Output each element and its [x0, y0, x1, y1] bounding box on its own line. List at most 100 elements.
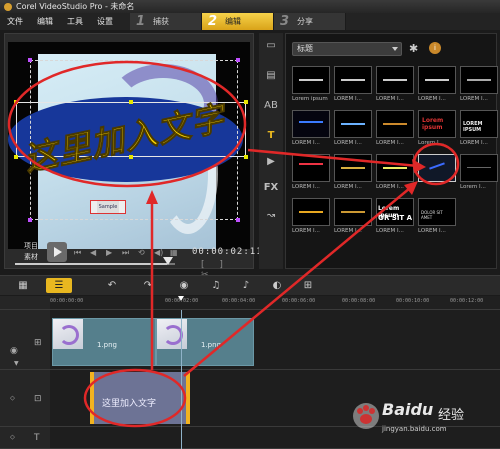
video-track-icon[interactable]: ⊞	[34, 338, 42, 348]
menu-tools[interactable]: 工具	[60, 16, 90, 27]
thumb-text: OR SIT A	[378, 214, 413, 222]
audio-mixer-icon[interactable]: ♫	[208, 278, 224, 293]
video-track[interactable]: 1.png 1.png	[50, 310, 500, 370]
chevron-down-icon	[392, 47, 398, 51]
title-thumbnail[interactable]: LOREM I...	[376, 66, 414, 106]
thumb-caption: LOREM I...	[460, 140, 488, 146]
go-end-icon[interactable]: ⏭	[122, 248, 129, 258]
track-menu-arrow-icon[interactable]: ▼	[14, 360, 19, 367]
title-thumbnail[interactable]: Lorem Ipsum OR SIT A LOREM I...	[376, 198, 414, 238]
menu-edit[interactable]: 编辑	[30, 16, 60, 27]
ruler-tick: 00:00:04:00	[222, 298, 256, 304]
zoom-icon[interactable]: ◐	[268, 278, 286, 293]
add-to-favorites-icon[interactable]: ✱	[409, 42, 423, 56]
title-thumbnail[interactable]: LOREM I...	[460, 66, 498, 106]
track-visibility-icon[interactable]: ⬦	[10, 394, 15, 403]
instant-project-icon[interactable]: ▤	[263, 69, 279, 83]
category-dropdown[interactable]: 标题	[292, 42, 402, 56]
resize-handle[interactable]	[14, 155, 18, 159]
title-thumbnail[interactable]: LOREM I...	[292, 198, 330, 238]
path-icon[interactable]: ↝	[263, 209, 279, 223]
playhead-line[interactable]	[181, 310, 182, 449]
graphic-icon[interactable]: ▶	[263, 155, 279, 169]
title-thumbnail[interactable]: LOREM IPSUM LOREM I...	[460, 110, 498, 150]
thumb-swirl	[59, 325, 79, 345]
preview-screen[interactable]: 这里加入文字 Sample	[8, 42, 250, 249]
track-visibility-icon[interactable]: ⬦	[10, 433, 15, 442]
video-track-header: ⊞ ◉ ▼	[0, 310, 50, 370]
title-thumbnail[interactable]: DOLOR SIT AMET LOREM I...	[418, 198, 456, 238]
timeline-ruler[interactable]: 00:00:00:00 00:00:02:00 00:00:04:00 00:0…	[50, 296, 500, 310]
title-thumbnail[interactable]: LOREM I...	[292, 154, 330, 194]
ruler-tick: 00:00:12:00	[450, 298, 484, 304]
volume-icon[interactable]: ◀)	[154, 248, 163, 257]
transition-icon[interactable]: AB	[263, 99, 279, 113]
record-icon[interactable]: ◉	[176, 278, 192, 293]
title-clip[interactable]: 这里加入文字	[90, 372, 190, 424]
thumb-caption: LOREM I...	[418, 228, 446, 234]
corner-handle[interactable]	[236, 58, 240, 62]
resize-handle[interactable]	[244, 155, 248, 159]
video-clip[interactable]: 1.png	[52, 318, 156, 366]
title-track-icon[interactable]: T	[34, 433, 40, 443]
step-edit[interactable]: 2 编辑	[202, 13, 274, 30]
clip-name: 1.png	[97, 341, 118, 349]
mode-clip-label[interactable]: 素材	[24, 252, 38, 262]
timeline-view-icon[interactable]: ☰	[46, 278, 72, 293]
thumb-line	[383, 123, 407, 125]
title-thumbnail[interactable]: LOREM I...	[418, 66, 456, 106]
resize-handle[interactable]	[244, 100, 248, 104]
video-clip[interactable]: 1.png	[156, 318, 254, 366]
title-thumbnail[interactable]: Lorem ipsum Lorem I...	[418, 110, 456, 150]
menu-settings[interactable]: 设置	[90, 16, 120, 27]
resize-handle[interactable]	[129, 100, 133, 104]
thumb-preview	[418, 154, 456, 182]
mode-project-label[interactable]: 项目	[24, 241, 38, 251]
title-thumbnail[interactable]: LOREM I...	[334, 154, 372, 194]
prev-frame-icon[interactable]: ◀	[90, 248, 96, 257]
play-button[interactable]	[47, 242, 67, 262]
thumb-line	[341, 211, 365, 213]
title-thumbnail-selected[interactable]	[418, 154, 456, 194]
thumb-caption: LOREM I...	[376, 184, 404, 190]
undo-icon[interactable]: ↶	[104, 278, 120, 293]
auto-music-icon[interactable]: ♪	[238, 278, 254, 293]
corner-handle[interactable]	[28, 58, 32, 62]
step-number: 3	[280, 14, 290, 29]
corner-handle[interactable]	[28, 218, 32, 222]
storyboard-view-icon[interactable]: ▦	[10, 278, 36, 293]
thumb-line	[341, 167, 365, 169]
overlay-track-icon[interactable]: ⊡	[34, 394, 42, 404]
title-thumbnail[interactable]: LOREM I...	[376, 154, 414, 194]
thumb-caption: Lorem I...	[418, 140, 444, 146]
timecode[interactable]: 00:00:02:11	[192, 247, 263, 257]
thumb-preview	[334, 154, 372, 182]
next-frame-icon[interactable]: ▶	[106, 248, 112, 257]
title-thumbnail[interactable]: LOREM I...	[334, 110, 372, 150]
step-capture[interactable]: 1 捕获	[130, 13, 202, 30]
thumb-swirl	[163, 325, 183, 345]
track-visibility-icon[interactable]: ◉	[10, 346, 18, 356]
media-icon[interactable]: ▭	[263, 39, 279, 53]
menu-file[interactable]: 文件	[0, 16, 30, 27]
playback-controls: 项目 素材 ⏮ ◀ ▶ ⏭ ⟲ ◀) ▦ 00:00:02:11	[4, 238, 262, 266]
title-icon[interactable]: T	[263, 129, 279, 143]
title-thumbnail[interactable]: LOREM I...	[334, 66, 372, 106]
thumb-caption: LOREM I...	[376, 140, 404, 146]
resize-handle[interactable]	[14, 100, 18, 104]
redo-icon[interactable]: ↷	[140, 278, 156, 293]
title-thumbnail[interactable]: Lorem I...	[460, 154, 498, 194]
info-badge[interactable]: i	[429, 42, 441, 54]
title-thumbnail[interactable]: Lorem ipsum	[292, 66, 330, 106]
repeat-icon[interactable]: ⟲	[138, 248, 145, 257]
playhead-marker[interactable]	[178, 296, 184, 301]
go-start-icon[interactable]: ⏮	[74, 248, 81, 258]
title-thumbnail[interactable]: LOREM I...	[292, 110, 330, 150]
title-thumbnail[interactable]: LOREM I...	[334, 198, 372, 238]
fx-icon[interactable]: FX	[263, 181, 279, 195]
title-thumbnail[interactable]: LOREM I...	[376, 110, 414, 150]
step-share[interactable]: 3 分享	[274, 13, 346, 30]
hd-icon[interactable]: ▦	[170, 248, 178, 257]
corner-handle[interactable]	[236, 218, 240, 222]
fit-project-icon[interactable]: ⊞	[300, 278, 316, 293]
